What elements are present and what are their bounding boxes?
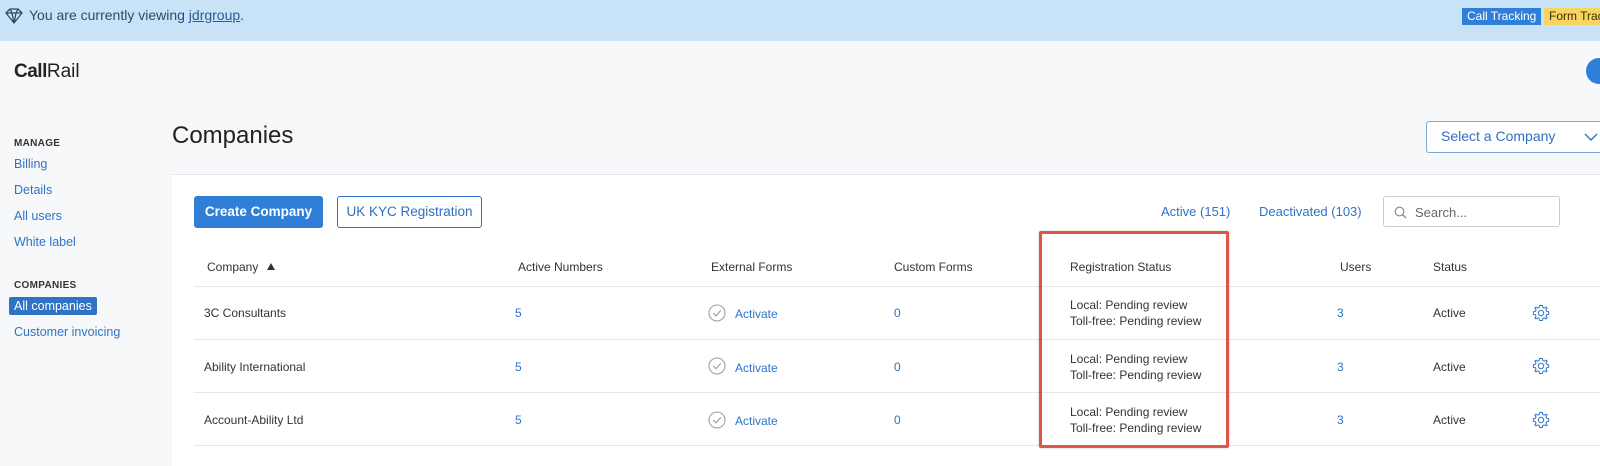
- viewing-banner: You are currently viewing jdrgroup. Call…: [0, 0, 1600, 41]
- registration-tollfree: Toll-free: Pending review: [1070, 368, 1202, 382]
- divider: [194, 445, 1600, 446]
- registration-status: Local: Pending review Toll-free: Pending…: [1070, 351, 1201, 383]
- chevron-down-icon: [1584, 133, 1598, 141]
- column-header-company[interactable]: Company: [207, 260, 276, 274]
- tab-deactivated[interactable]: Deactivated (103): [1259, 204, 1362, 219]
- column-header-external-forms: External Forms: [711, 260, 793, 274]
- sidebar-item-billing[interactable]: Billing: [14, 157, 47, 171]
- banner-account-link[interactable]: jdrgroup: [189, 7, 240, 23]
- sidebar-item-details[interactable]: Details: [14, 183, 52, 197]
- logo-light: Rail: [46, 61, 80, 82]
- help-button[interactable]: [1586, 58, 1600, 84]
- status-text: Active: [1433, 306, 1466, 320]
- column-header-active-numbers: Active Numbers: [518, 260, 603, 274]
- registration-local: Local: Pending review: [1070, 298, 1188, 312]
- sort-ascending-icon: [267, 263, 276, 270]
- activate-external-forms-link[interactable]: Activate: [735, 307, 778, 321]
- banner-prefix: You are currently viewing: [29, 7, 185, 23]
- status-text: Active: [1433, 413, 1466, 427]
- custom-forms-link[interactable]: 0: [894, 306, 901, 320]
- activate-external-forms-link[interactable]: Activate: [735, 361, 778, 375]
- logo-bold: Call: [14, 61, 47, 82]
- registration-local: Local: Pending review: [1070, 352, 1188, 366]
- active-numbers-link[interactable]: 5: [515, 413, 522, 427]
- registration-status: Local: Pending review Toll-free: Pending…: [1070, 297, 1201, 329]
- users-link[interactable]: 3: [1337, 360, 1344, 374]
- manage-heading: MANAGE: [14, 138, 61, 149]
- gear-icon[interactable]: [1532, 304, 1550, 322]
- tab-active[interactable]: Active (151): [1161, 204, 1230, 219]
- check-circle-icon: [708, 357, 726, 375]
- column-header-custom-forms: Custom Forms: [894, 260, 973, 274]
- company-select-label: Select a Company: [1441, 128, 1556, 144]
- banner-message: You are currently viewing jdrgroup.: [29, 7, 244, 23]
- check-circle-icon: [708, 411, 726, 429]
- status-text: Active: [1433, 360, 1466, 374]
- company-name: 3C Consultants: [204, 306, 287, 320]
- sidebar-item-white-label[interactable]: White label: [14, 235, 76, 249]
- banner-suffix: .: [240, 7, 245, 23]
- search-input[interactable]: [1415, 202, 1555, 222]
- active-numbers-link[interactable]: 5: [515, 360, 522, 374]
- registration-status: Local: Pending review Toll-free: Pending…: [1070, 404, 1201, 436]
- uk-kyc-registration-button[interactable]: UK KYC Registration: [337, 196, 482, 228]
- users-link[interactable]: 3: [1337, 306, 1344, 320]
- column-header-registration-status: Registration Status: [1070, 260, 1172, 274]
- check-circle-icon: [708, 304, 726, 322]
- search-box[interactable]: [1383, 196, 1560, 227]
- company-select[interactable]: Select a Company: [1426, 121, 1600, 153]
- column-header-company-label: Company: [207, 260, 259, 274]
- company-name: Account-Ability Ltd: [204, 413, 304, 427]
- search-icon: [1394, 206, 1407, 219]
- divider: [194, 339, 1600, 340]
- registration-tollfree: Toll-free: Pending review: [1070, 314, 1202, 328]
- gear-icon[interactable]: [1532, 411, 1550, 429]
- custom-forms-link[interactable]: 0: [894, 360, 901, 374]
- companies-heading: COMPANIES: [14, 280, 77, 291]
- registration-local: Local: Pending review: [1070, 405, 1188, 419]
- activate-external-forms-link[interactable]: Activate: [735, 414, 778, 428]
- column-header-status: Status: [1433, 260, 1468, 274]
- sidebar-item-all-users[interactable]: All users: [14, 209, 62, 223]
- create-company-button[interactable]: Create Company: [194, 196, 323, 228]
- page-title: Companies: [172, 122, 294, 149]
- sidebar-item-all-companies[interactable]: All companies: [9, 297, 97, 315]
- form-tracking-tag[interactable]: Form Trac: [1544, 8, 1600, 25]
- call-tracking-tag[interactable]: Call Tracking: [1462, 8, 1542, 25]
- diamond-icon: [5, 8, 23, 24]
- company-name: Ability International: [204, 360, 306, 374]
- gear-icon[interactable]: [1532, 357, 1550, 375]
- callrail-logo[interactable]: CallRail: [14, 61, 80, 83]
- divider: [194, 286, 1600, 287]
- active-numbers-link[interactable]: 5: [515, 306, 522, 320]
- column-header-users: Users: [1340, 260, 1372, 274]
- divider: [194, 392, 1600, 393]
- registration-tollfree: Toll-free: Pending review: [1070, 421, 1202, 435]
- users-link[interactable]: 3: [1337, 413, 1344, 427]
- sidebar-item-customer-invoicing[interactable]: Customer invoicing: [14, 325, 120, 339]
- custom-forms-link[interactable]: 0: [894, 413, 901, 427]
